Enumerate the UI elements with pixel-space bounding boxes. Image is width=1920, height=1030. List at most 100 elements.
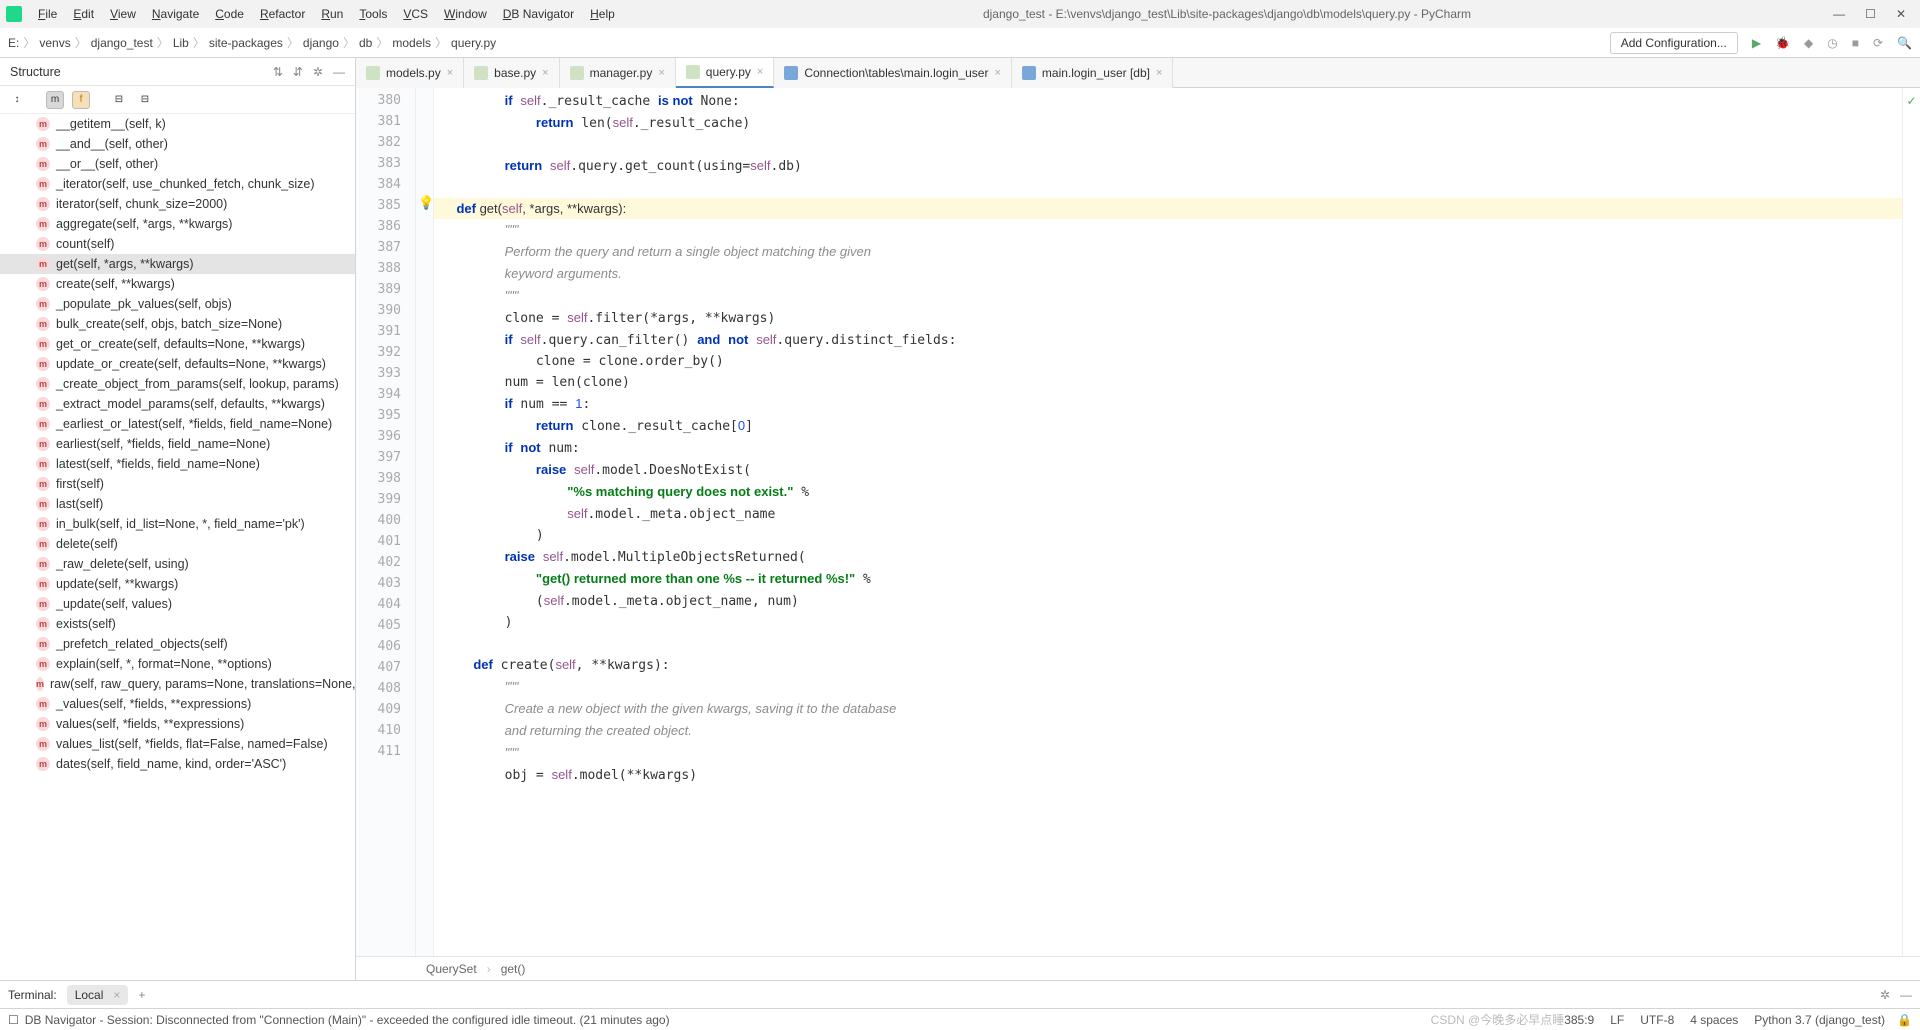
code-breadcrumb[interactable]: QuerySet › get() [356,956,1920,980]
structure-item[interactable]: m_raw_delete(self, using) [0,554,355,574]
structure-item[interactable]: mcount(self) [0,234,355,254]
structure-item[interactable]: m__getitem__(self, k) [0,114,355,134]
structure-item[interactable]: mvalues_list(self, *fields, flat=False, … [0,734,355,754]
structure-item[interactable]: mdates(self, field_name, kind, order='AS… [0,754,355,774]
profile-icon[interactable]: ◷ [1827,36,1837,50]
structure-item[interactable]: maggregate(self, *args, **kwargs) [0,214,355,234]
menu-help[interactable]: Help [584,5,621,23]
structure-item[interactable]: m_values(self, *fields, **expressions) [0,694,355,714]
error-stripe[interactable]: ✓ [1902,88,1920,956]
structure-item[interactable]: m_populate_pk_values(self, objs) [0,294,355,314]
menu-navigate[interactable]: Navigate [146,5,205,23]
structure-item[interactable]: m_create_object_from_params(self, lookup… [0,374,355,394]
menu-file[interactable]: File [32,5,63,23]
structure-item[interactable]: mlast(self) [0,494,355,514]
event-log-icon[interactable]: ☐ [8,1013,19,1027]
lock-icon[interactable]: 🔒 [1897,1013,1912,1027]
menu-tools[interactable]: Tools [353,5,393,23]
structure-item[interactable]: mget(self, *args, **kwargs) [0,254,355,274]
breadcrumb-item[interactable]: venvs [39,36,70,50]
menu-edit[interactable]: Edit [67,5,100,23]
editor-tab[interactable]: Connection\tables\main.login_user× [774,58,1012,88]
collapse-icon[interactable]: ⇵ [293,65,303,79]
structure-item[interactable]: mcreate(self, **kwargs) [0,274,355,294]
editor-tab[interactable]: manager.py× [560,58,676,88]
coverage-icon[interactable]: ◆ [1804,36,1813,50]
breadcrumb-item[interactable]: query.py [451,36,496,50]
breadcrumb-item[interactable]: E: [8,36,19,50]
filter-f-icon[interactable]: f [72,91,90,109]
close-tab-icon[interactable]: × [757,66,763,78]
structure-item[interactable]: mbulk_create(self, objs, batch_size=None… [0,314,355,334]
fold-gutter[interactable]: 💡 [416,88,434,956]
structure-item[interactable]: m_earliest_or_latest(self, *fields, fiel… [0,414,355,434]
settings-icon[interactable]: ✲ [313,65,323,79]
structure-item[interactable]: miterator(self, chunk_size=2000) [0,194,355,214]
hide-icon[interactable]: — [333,65,345,79]
close-tab-icon[interactable]: × [1156,67,1162,79]
run-icon[interactable]: ▶ [1752,36,1761,50]
breadcrumb-item[interactable]: site-packages [209,36,283,50]
reload-icon[interactable]: ⟳ [1873,36,1883,50]
close-tab-icon[interactable]: × [447,67,453,79]
status-cell[interactable]: UTF-8 [1640,1013,1674,1027]
breadcrumb-item[interactable]: django_test [91,36,153,50]
structure-item[interactable]: mlatest(self, *fields, field_name=None) [0,454,355,474]
close-tab-icon[interactable]: × [658,67,664,79]
crumb-method[interactable]: get() [501,962,526,976]
status-cell[interactable]: Python 3.7 (django_test) [1754,1013,1885,1027]
structure-item[interactable]: mfirst(self) [0,474,355,494]
toggle1-icon[interactable]: ⊟ [110,91,128,109]
structure-item[interactable]: min_bulk(self, id_list=None, *, field_na… [0,514,355,534]
code-editor[interactable]: if self._result_cache is not None: retur… [434,88,1902,956]
structure-item[interactable]: mearliest(self, *fields, field_name=None… [0,434,355,454]
debug-icon[interactable]: 🐞 [1775,36,1790,50]
status-cell[interactable]: LF [1610,1013,1624,1027]
breadcrumb-item[interactable]: models [392,36,431,50]
structure-item[interactable]: mupdate_or_create(self, defaults=None, *… [0,354,355,374]
breadcrumb-item[interactable]: Lib [173,36,189,50]
add-configuration-button[interactable]: Add Configuration... [1610,32,1738,54]
editor-tab[interactable]: query.py× [676,58,775,88]
line-gutter[interactable]: 380 381 382 383 384 385 386 387 388 389 … [356,88,416,956]
structure-item[interactable]: m_iterator(self, use_chunked_fetch, chun… [0,174,355,194]
search-icon[interactable]: 🔍 [1897,36,1912,50]
close-tab-icon[interactable]: × [542,67,548,79]
breadcrumb-item[interactable]: django [303,36,339,50]
breadcrumb[interactable]: E:〉venvs〉django_test〉Lib〉site-packages〉d… [8,34,496,51]
minimize-icon[interactable]: — [1833,7,1845,21]
structure-item[interactable]: m_prefetch_related_objects(self) [0,634,355,654]
breadcrumb-item[interactable]: db [359,36,372,50]
close-tab-icon[interactable]: × [994,67,1000,79]
terminal-hide-icon[interactable]: — [1900,988,1912,1002]
structure-item[interactable]: mraw(self, raw_query, params=None, trans… [0,674,355,694]
sort-icon[interactable]: ↕ [8,91,26,109]
structure-item[interactable]: m_extract_model_params(self, defaults, *… [0,394,355,414]
close-icon[interactable]: ✕ [1896,7,1906,21]
status-cell[interactable]: 385:9 [1564,1013,1594,1027]
status-cell[interactable]: 4 spaces [1690,1013,1738,1027]
editor-tab[interactable]: base.py× [464,58,559,88]
structure-item[interactable]: m__or__(self, other) [0,154,355,174]
menu-refactor[interactable]: Refactor [254,5,311,23]
structure-item[interactable]: mexplain(self, *, format=None, **options… [0,654,355,674]
maximize-icon[interactable]: ☐ [1865,7,1876,21]
bulb-icon[interactable]: 💡 [418,195,434,211]
structure-item[interactable]: m_update(self, values) [0,594,355,614]
add-terminal-icon[interactable]: + [138,988,145,1002]
structure-list[interactable]: m__getitem__(self, k)m__and__(self, othe… [0,114,355,980]
structure-item[interactable]: mupdate(self, **kwargs) [0,574,355,594]
menu-code[interactable]: Code [209,5,250,23]
menu-db-navigator[interactable]: DB Navigator [497,5,580,23]
filter-m-icon[interactable]: m [46,91,64,109]
editor-tab[interactable]: main.login_user [db]× [1012,58,1174,88]
crumb-class[interactable]: QuerySet [426,962,477,976]
status-message[interactable]: DB Navigator - Session: Disconnected fro… [25,1013,1431,1027]
structure-item[interactable]: mexists(self) [0,614,355,634]
structure-item[interactable]: mget_or_create(self, defaults=None, **kw… [0,334,355,354]
expand-icon[interactable]: ⇅ [273,65,283,79]
structure-item[interactable]: mdelete(self) [0,534,355,554]
terminal-settings-icon[interactable]: ✲ [1880,988,1890,1002]
menu-view[interactable]: View [104,5,142,23]
terminal-tab-local[interactable]: Local × [67,985,129,1005]
